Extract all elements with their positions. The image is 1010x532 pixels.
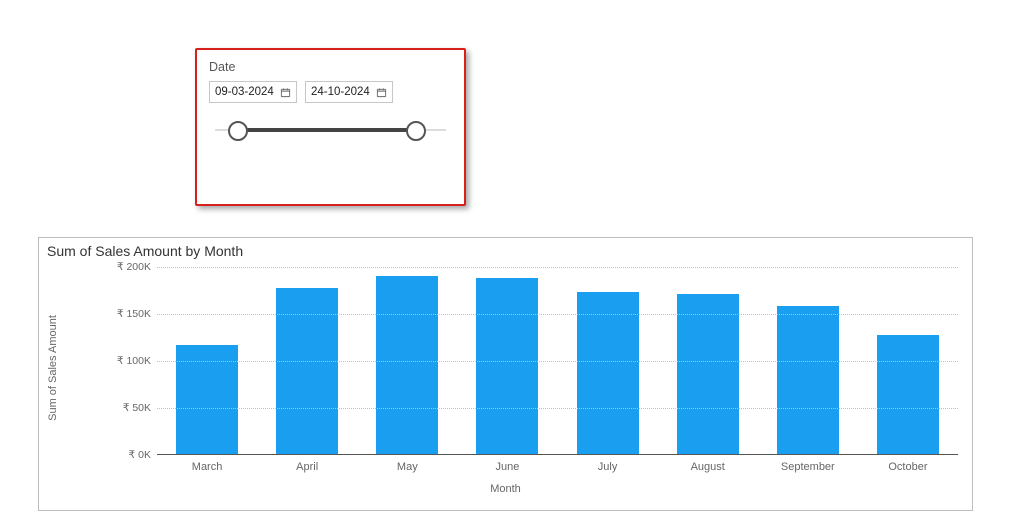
- bar-august[interactable]: [677, 294, 739, 455]
- chart-title: Sum of Sales Amount by Month: [39, 238, 972, 259]
- bar-june[interactable]: [476, 278, 538, 455]
- date-range-slider[interactable]: [209, 119, 452, 143]
- y-axis-label: Sum of Sales Amount: [47, 315, 59, 421]
- y-tick-label: ₹ 150K: [109, 308, 151, 320]
- x-tick-label: August: [691, 461, 725, 473]
- calendar-icon: [376, 87, 387, 98]
- date-end-input[interactable]: 24-10-2024: [305, 81, 393, 103]
- x-axis-label: Month: [39, 483, 972, 495]
- grid-line: [157, 361, 958, 362]
- x-tick-label: June: [496, 461, 520, 473]
- slider-handle-start[interactable]: [228, 121, 248, 141]
- x-tick-label: October: [888, 461, 927, 473]
- date-end-value: 24-10-2024: [311, 86, 370, 98]
- date-inputs-row: 09-03-2024 24-10-2024: [209, 81, 452, 103]
- sales-chart-card: Sum of Sales Amount by Month Sum of Sale…: [38, 237, 973, 511]
- x-tick-label: September: [781, 461, 835, 473]
- y-tick-label: ₹ 100K: [109, 355, 151, 367]
- y-tick-label: ₹ 200K: [109, 261, 151, 273]
- bar-april[interactable]: [276, 288, 338, 455]
- bar-october[interactable]: [877, 335, 939, 455]
- x-tick-label: April: [296, 461, 318, 473]
- y-tick-label: ₹ 50K: [109, 402, 151, 414]
- x-tick-label: July: [598, 461, 618, 473]
- bar-may[interactable]: [376, 276, 438, 455]
- y-axis-label-wrap: Sum of Sales Amount: [39, 261, 67, 475]
- y-tick-label: ₹ 0K: [109, 449, 151, 461]
- calendar-icon: [280, 87, 291, 98]
- grid-line: [157, 408, 958, 409]
- date-slicer-card: Date 09-03-2024 24-10-2024: [195, 48, 466, 206]
- chart-plot-area: ₹ 0K₹ 50K₹ 100K₹ 150K₹ 200K: [157, 267, 958, 455]
- bar-july[interactable]: [577, 292, 639, 455]
- x-tick-label: March: [192, 461, 223, 473]
- grid-line: [157, 314, 958, 315]
- slider-selected-range: [238, 128, 415, 132]
- x-tick-label: May: [397, 461, 418, 473]
- bar-september[interactable]: [777, 306, 839, 455]
- grid-line: [157, 267, 958, 268]
- x-axis-ticks: March April May June July August September Octo…: [157, 461, 958, 477]
- slicer-title: Date: [209, 60, 452, 74]
- slider-handle-end[interactable]: [406, 121, 426, 141]
- date-start-value: 09-03-2024: [215, 86, 274, 98]
- date-start-input[interactable]: 09-03-2024: [209, 81, 297, 103]
- x-axis-line: [157, 454, 958, 455]
